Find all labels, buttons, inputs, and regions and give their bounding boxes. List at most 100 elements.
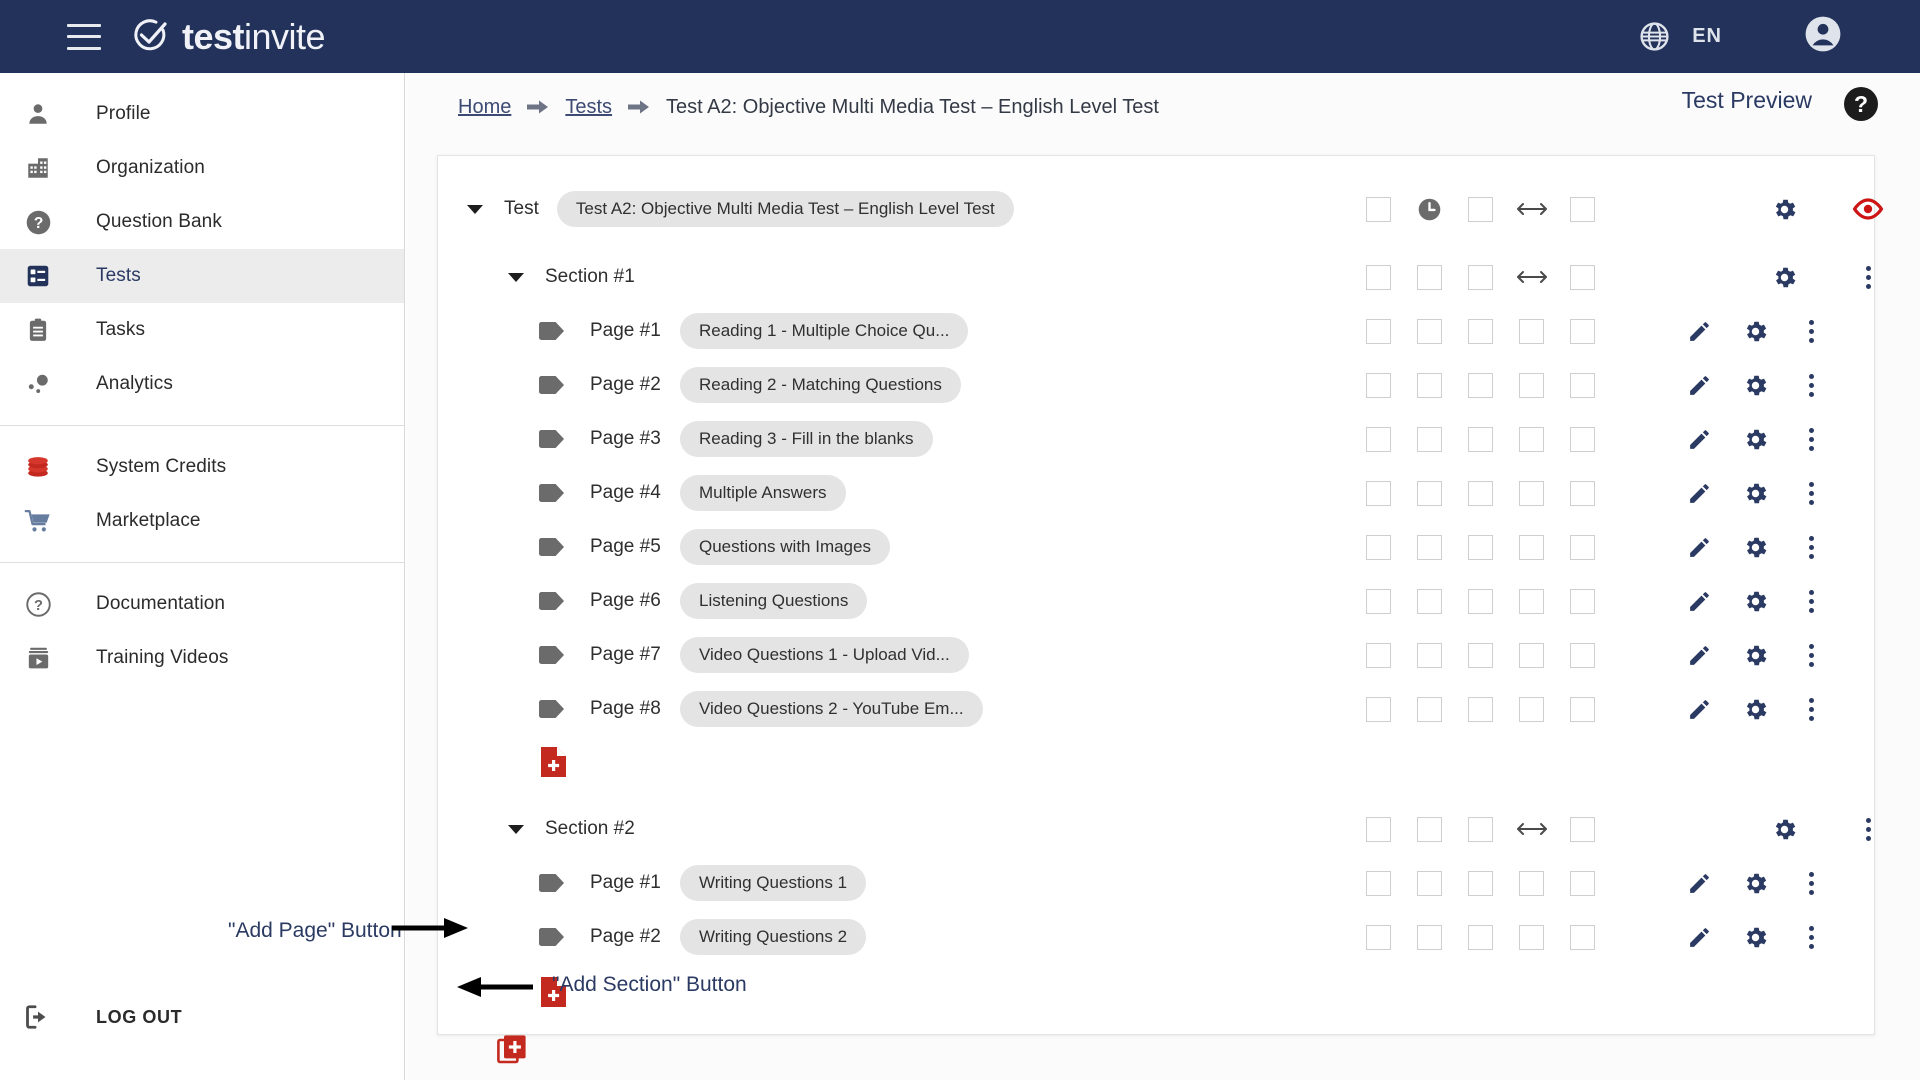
- gear-icon[interactable]: [1728, 196, 1840, 223]
- checkbox-3[interactable]: [1455, 265, 1506, 290]
- checkbox-2[interactable]: [1404, 265, 1455, 290]
- checkbox-4[interactable]: [1506, 373, 1557, 398]
- more-vert-icon[interactable]: [1783, 644, 1839, 667]
- sidebar-item-documentation[interactable]: ? Documentation: [0, 577, 404, 631]
- checkbox-2[interactable]: [1455, 197, 1506, 222]
- clock-filled-icon[interactable]: [1404, 196, 1455, 223]
- checkbox-4[interactable]: [1506, 697, 1557, 722]
- checkbox-1[interactable]: [1353, 373, 1404, 398]
- more-vert-icon[interactable]: [1783, 320, 1839, 343]
- help-button[interactable]: ?: [1844, 87, 1878, 121]
- checkbox-5[interactable]: [1557, 643, 1608, 668]
- eye-preview-icon[interactable]: [1840, 198, 1896, 220]
- checkbox-3[interactable]: [1455, 535, 1506, 560]
- page-name-chip[interactable]: Video Questions 1 - Upload Vid...: [680, 637, 969, 673]
- page-name-chip[interactable]: Reading 3 - Fill in the blanks: [680, 421, 933, 457]
- add-section-button[interactable]: [497, 1034, 527, 1064]
- language-switcher[interactable]: EN: [1639, 21, 1722, 52]
- checkbox-1[interactable]: [1353, 697, 1404, 722]
- edit-pencil-icon[interactable]: [1671, 871, 1728, 896]
- gear-icon[interactable]: [1728, 264, 1840, 291]
- more-vert-icon[interactable]: [1783, 590, 1839, 613]
- add-page-button[interactable]: [540, 746, 567, 778]
- gear-icon[interactable]: [1728, 924, 1783, 951]
- edit-pencil-icon[interactable]: [1671, 319, 1728, 344]
- checkbox-2[interactable]: [1404, 925, 1455, 950]
- page-name-chip[interactable]: Video Questions 2 - YouTube Em...: [680, 691, 983, 727]
- resize-arrows-icon[interactable]: [1506, 269, 1557, 285]
- checkbox-2[interactable]: [1404, 481, 1455, 506]
- edit-pencil-icon[interactable]: [1671, 925, 1728, 950]
- checkbox-1[interactable]: [1353, 589, 1404, 614]
- checkbox-3[interactable]: [1557, 197, 1608, 222]
- checkbox-3[interactable]: [1455, 373, 1506, 398]
- sidebar-item-training-videos[interactable]: Training Videos: [0, 631, 404, 685]
- checkbox-4[interactable]: [1506, 427, 1557, 452]
- checkbox-1[interactable]: [1353, 481, 1404, 506]
- checkbox-1[interactable]: [1353, 925, 1404, 950]
- sidebar-item-tests[interactable]: Tests: [0, 249, 404, 303]
- checkbox-4[interactable]: [1557, 817, 1608, 842]
- gear-icon[interactable]: [1728, 696, 1783, 723]
- edit-pencil-icon[interactable]: [1671, 373, 1728, 398]
- gear-icon[interactable]: [1728, 426, 1783, 453]
- checkbox-1[interactable]: [1353, 319, 1404, 344]
- page-name-chip[interactable]: Writing Questions 1: [680, 865, 866, 901]
- checkbox-2[interactable]: [1404, 319, 1455, 344]
- sidebar-item-marketplace[interactable]: Marketplace: [0, 494, 404, 548]
- sidebar-item-analytics[interactable]: Analytics: [0, 357, 404, 411]
- page-name-chip[interactable]: Questions with Images: [680, 529, 890, 565]
- more-vert-icon[interactable]: [1783, 428, 1839, 451]
- checkbox-5[interactable]: [1557, 589, 1608, 614]
- page-name-chip[interactable]: Reading 2 - Matching Questions: [680, 367, 961, 403]
- checkbox-1[interactable]: [1353, 427, 1404, 452]
- more-vert-icon[interactable]: [1783, 926, 1839, 949]
- edit-pencil-icon[interactable]: [1671, 697, 1728, 722]
- checkbox-3[interactable]: [1455, 925, 1506, 950]
- checkbox-2[interactable]: [1404, 817, 1455, 842]
- sidebar-item-system-credits[interactable]: System Credits: [0, 440, 404, 494]
- sidebar-item-organization[interactable]: Organization: [0, 141, 404, 195]
- more-vert-icon[interactable]: [1783, 482, 1839, 505]
- more-vert-icon[interactable]: [1840, 266, 1896, 289]
- account-button[interactable]: [1804, 15, 1842, 58]
- checkbox-4[interactable]: [1506, 925, 1557, 950]
- checkbox-5[interactable]: [1557, 481, 1608, 506]
- checkbox-3[interactable]: [1455, 319, 1506, 344]
- checkbox-5[interactable]: [1557, 871, 1608, 896]
- checkbox-5[interactable]: [1557, 427, 1608, 452]
- more-vert-icon[interactable]: [1783, 872, 1839, 895]
- checkbox-3[interactable]: [1455, 817, 1506, 842]
- page-name-chip[interactable]: Reading 1 - Multiple Choice Qu...: [680, 313, 968, 349]
- more-vert-icon[interactable]: [1783, 536, 1839, 559]
- checkbox-4[interactable]: [1506, 871, 1557, 896]
- gear-icon[interactable]: [1728, 870, 1783, 897]
- edit-pencil-icon[interactable]: [1671, 427, 1728, 452]
- page-name-chip[interactable]: Multiple Answers: [680, 475, 846, 511]
- checkbox-1[interactable]: [1353, 643, 1404, 668]
- gear-icon[interactable]: [1728, 816, 1840, 843]
- checkbox-1[interactable]: [1353, 265, 1404, 290]
- checkbox-4[interactable]: [1506, 481, 1557, 506]
- edit-pencil-icon[interactable]: [1671, 589, 1728, 614]
- gear-icon[interactable]: [1728, 480, 1783, 507]
- checkbox-5[interactable]: [1557, 373, 1608, 398]
- gear-icon[interactable]: [1728, 642, 1783, 669]
- checkbox-4[interactable]: [1557, 265, 1608, 290]
- gear-icon[interactable]: [1728, 318, 1783, 345]
- sidebar-item-question-bank[interactable]: ? Question Bank: [0, 195, 404, 249]
- checkbox-5[interactable]: [1557, 319, 1608, 344]
- more-vert-icon[interactable]: [1783, 698, 1839, 721]
- checkbox-1[interactable]: [1353, 535, 1404, 560]
- more-vert-icon[interactable]: [1840, 818, 1896, 841]
- sidebar-item-tasks[interactable]: Tasks: [0, 303, 404, 357]
- checkbox-1[interactable]: [1353, 197, 1404, 222]
- page-name-chip[interactable]: Listening Questions: [680, 583, 867, 619]
- checkbox-2[interactable]: [1404, 589, 1455, 614]
- checkbox-3[interactable]: [1455, 427, 1506, 452]
- checkbox-1[interactable]: [1353, 817, 1404, 842]
- checkbox-5[interactable]: [1557, 697, 1608, 722]
- edit-pencil-icon[interactable]: [1671, 535, 1728, 560]
- checkbox-2[interactable]: [1404, 427, 1455, 452]
- gear-icon[interactable]: [1728, 588, 1783, 615]
